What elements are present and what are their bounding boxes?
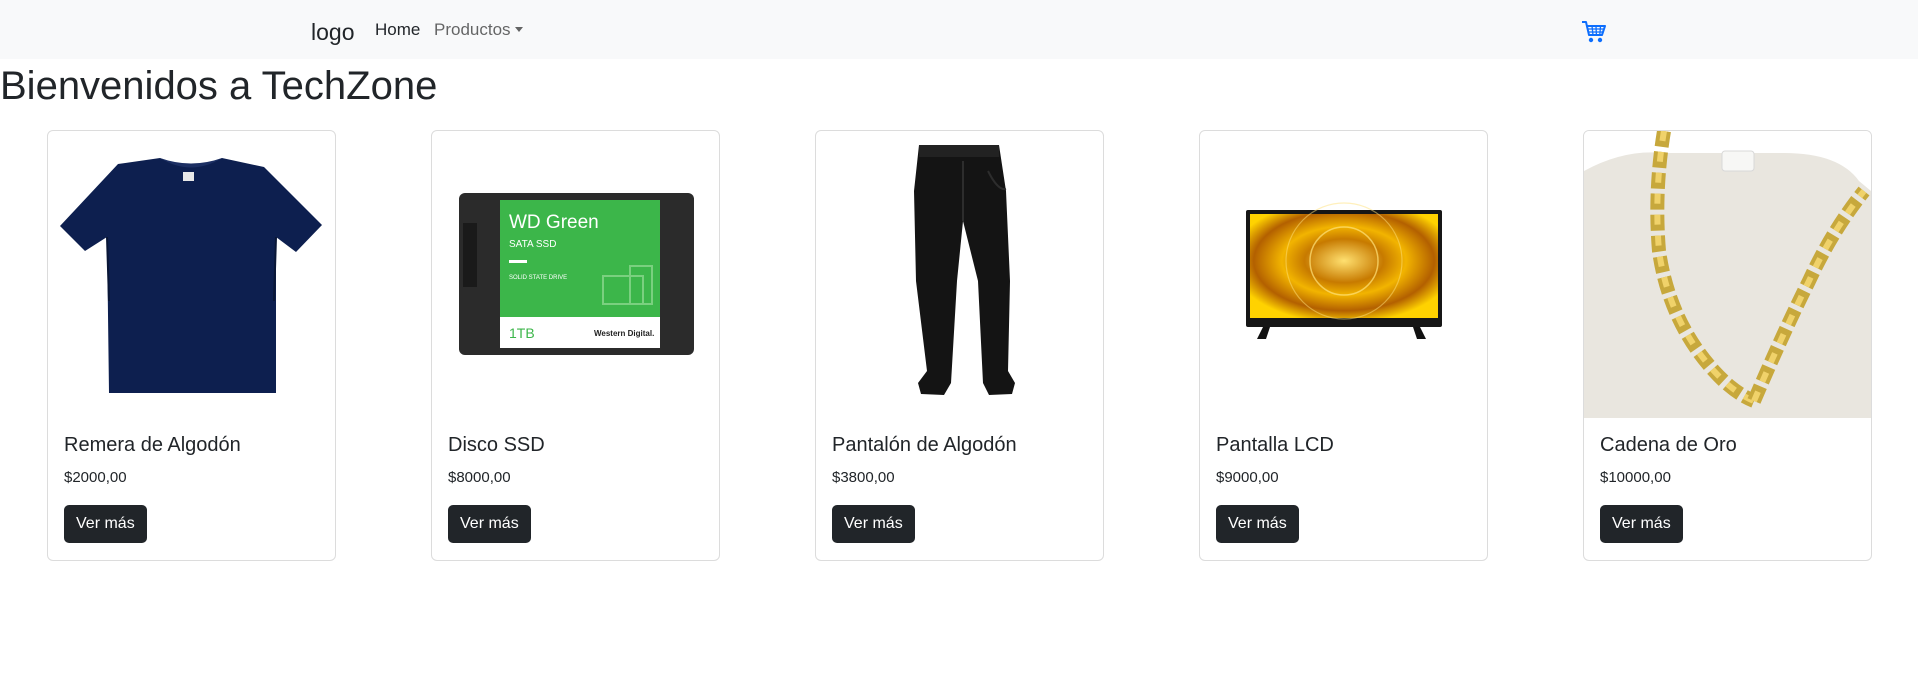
- navbar: logo Home Productos: [0, 0, 1918, 59]
- navy-t-shirt-image: [60, 158, 322, 393]
- ssd-capacity-text: 1TB: [509, 325, 535, 341]
- product-card: Remera de Algodón $2000,00 Ver más: [47, 130, 336, 561]
- product-card: Pantalón de Algodón $3800,00 Ver más: [815, 130, 1104, 561]
- product-name: Remera de Algodón: [64, 434, 241, 456]
- lcd-tv-image: [1246, 202, 1442, 339]
- product-price: $2000,00: [64, 469, 127, 486]
- nav-productos-dropdown[interactable]: Productos: [434, 20, 523, 40]
- nav-productos-label: Productos: [434, 20, 511, 39]
- product-image: [1200, 131, 1487, 418]
- product-name: Cadena de Oro: [1600, 434, 1737, 456]
- page-title: Bienvenidos a TechZone: [0, 64, 438, 108]
- ver-mas-button[interactable]: Ver más: [1600, 505, 1683, 543]
- product-card: Pantalla LCD $9000,00 Ver más: [1199, 130, 1488, 561]
- ver-mas-button[interactable]: Ver más: [832, 505, 915, 543]
- product-card: Cadena de Oro $10000,00 Ver más: [1583, 130, 1872, 561]
- ssd-brand-text: WD Green: [509, 212, 599, 233]
- product-name: Pantalla LCD: [1216, 434, 1334, 456]
- ver-mas-button[interactable]: Ver más: [1216, 505, 1299, 543]
- caret-down-icon: [514, 27, 523, 32]
- product-price: $3800,00: [832, 469, 895, 486]
- product-image: [1584, 131, 1871, 418]
- ssd-sub-text: SOLID STATE DRIVE: [509, 275, 567, 281]
- gold-chain-image: [1584, 131, 1871, 418]
- product-image: [48, 131, 335, 418]
- ssd-maker-text: Western Digital.: [594, 329, 654, 338]
- product-name: Pantalón de Algodón: [832, 434, 1017, 456]
- black-pants-image: [914, 145, 1015, 395]
- product-price: $10000,00: [1600, 469, 1671, 486]
- nav-home-link[interactable]: Home: [375, 20, 420, 40]
- nav-logo[interactable]: logo: [311, 20, 354, 44]
- ver-mas-button[interactable]: Ver más: [448, 505, 531, 543]
- product-price: $8000,00: [448, 469, 511, 486]
- wd-green-ssd-image: WD Green SATA SSD SOLID STATE DRIVE 1TB …: [459, 193, 694, 355]
- product-name: Disco SSD: [448, 434, 545, 456]
- product-image: WD Green SATA SSD SOLID STATE DRIVE 1TB …: [432, 131, 719, 418]
- cart-icon[interactable]: [1581, 19, 1608, 45]
- product-image: [816, 131, 1103, 418]
- ver-mas-button[interactable]: Ver más: [64, 505, 147, 543]
- product-price: $9000,00: [1216, 469, 1279, 486]
- ssd-type-text: SATA SSD: [509, 239, 556, 250]
- product-card: WD Green SATA SSD SOLID STATE DRIVE 1TB …: [431, 130, 720, 561]
